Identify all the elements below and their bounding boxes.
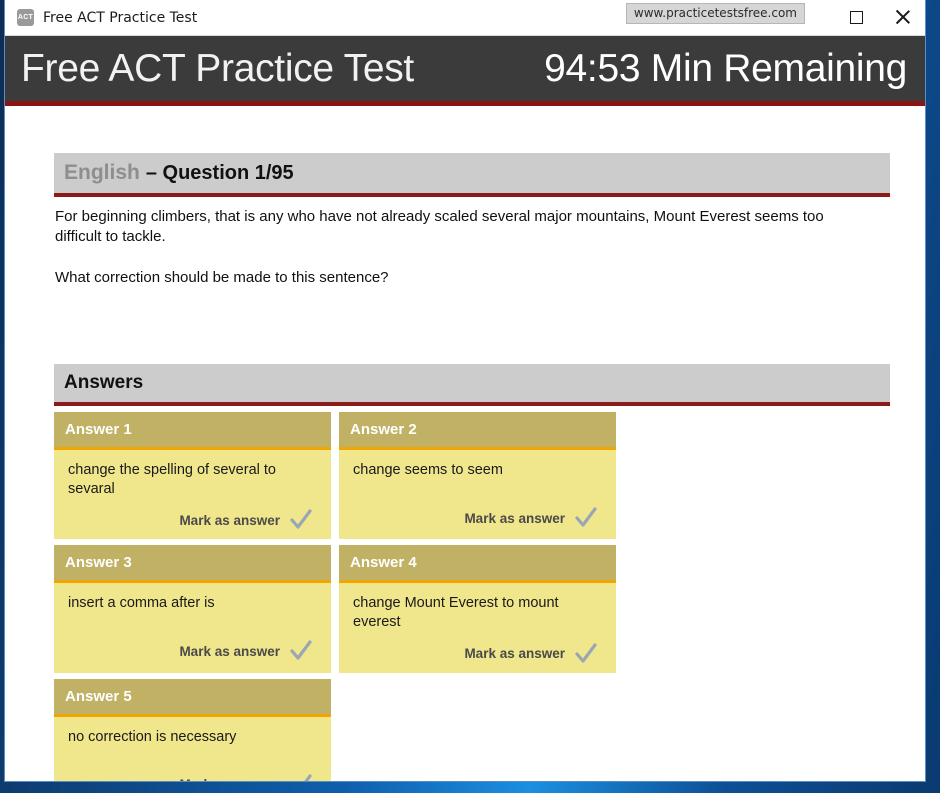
mark-as-answer-label: Mark as answer: [464, 646, 565, 662]
answer-card-body: change seems to seem Mark as answer: [339, 450, 616, 538]
main-content: English – Question 1/95 For beginning cl…: [5, 153, 925, 781]
question-passage: For beginning climbers, that is any who …: [55, 208, 824, 245]
countdown-timer: 94:53 Min Remaining: [544, 46, 907, 90]
maximize-button[interactable]: [833, 0, 879, 34]
mark-as-answer-button[interactable]: Mark as answer: [353, 496, 604, 530]
question-number-label: – Question 1/95: [145, 161, 294, 184]
answer-text: change the spelling of several to sevara…: [68, 462, 276, 497]
application-window: ACT Free ACT Practice Test www.practicet…: [4, 0, 926, 782]
answer-card-body: change the spelling of several to sevara…: [54, 450, 331, 540]
mark-as-answer-button[interactable]: Mark as answer: [68, 629, 319, 663]
answer-card-header: Answer 1: [54, 412, 331, 451]
answer-card-body: change Mount Everest to mount everest Ma…: [339, 583, 616, 673]
answer-card[interactable]: Answer 3 insert a comma after is Mark as…: [54, 545, 331, 673]
answer-card[interactable]: Answer 1 change the spelling of several …: [54, 412, 331, 540]
answer-card[interactable]: Answer 4 change Mount Everest to mount e…: [339, 545, 616, 673]
desktop-background: ACT Free ACT Practice Test www.practicet…: [0, 0, 940, 793]
answer-text: no correction is necessary: [68, 728, 237, 745]
checkmark-icon: [290, 509, 312, 530]
answer-card-header: Answer 2: [339, 412, 616, 451]
mark-as-answer-button[interactable]: Mark as answer: [68, 763, 319, 781]
answer-card-header: Answer 4: [339, 545, 616, 584]
mark-as-answer-label: Mark as answer: [464, 510, 565, 526]
close-x-icon: [893, 8, 911, 26]
close-button[interactable]: [879, 0, 925, 34]
mark-as-answer-label: Mark as answer: [179, 643, 280, 659]
maximize-square-icon: [849, 10, 863, 24]
answer-card-label: Answer 2: [350, 421, 417, 439]
app-header-band: Free ACT Practice Test 94:53 Min Remaini…: [5, 36, 925, 106]
subject-label: English: [64, 161, 140, 184]
mark-as-answer-button[interactable]: Mark as answer: [353, 632, 604, 666]
app-icon: ACT: [17, 9, 34, 26]
answers-grid: Answer 1 change the spelling of several …: [54, 412, 890, 781]
window-title: Free ACT Practice Test: [43, 9, 198, 26]
question-header-bar: English – Question 1/95: [54, 153, 890, 197]
answer-text: change Mount Everest to mount everest: [353, 595, 559, 631]
checkmark-icon: [575, 507, 597, 527]
url-tooltip: www.practicetestsfree.com: [625, 3, 805, 24]
question-body: For beginning climbers, that is any who …: [55, 207, 870, 287]
answer-card-header: Answer 3: [54, 545, 331, 584]
app-title: Free ACT Practice Test: [21, 46, 414, 90]
answer-card-header: Answer 5: [54, 678, 331, 717]
answer-card-body: no correction is necessary Mark as answe…: [54, 716, 331, 781]
answer-card-body: insert a comma after is Mark as answer: [54, 583, 331, 671]
answers-header-bar: Answers: [54, 364, 890, 407]
answer-card-label: Answer 1: [65, 421, 132, 439]
answer-card-label: Answer 5: [65, 687, 132, 705]
mark-as-answer-label: Mark as answer: [179, 512, 280, 528]
window-titlebar: ACT Free ACT Practice Test www.practicet…: [5, 0, 925, 36]
answer-card[interactable]: Answer 2 change seems to seem Mark as an…: [339, 412, 616, 540]
answers-title: Answers: [64, 372, 144, 394]
answer-text: change seems to seem: [353, 462, 503, 479]
answer-card-label: Answer 4: [350, 554, 417, 572]
answer-card[interactable]: Answer 5 no correction is necessary Mark…: [54, 678, 331, 781]
checkmark-icon: [575, 642, 597, 663]
answer-card-label: Answer 3: [65, 554, 132, 572]
checkmark-icon: [303, 773, 312, 781]
question-prompt: What correction should be made to this s…: [55, 268, 389, 286]
mark-as-answer-button[interactable]: Mark as answer: [68, 498, 319, 532]
mark-as-answer-label: Mark as answer: [179, 777, 280, 781]
answer-text: insert a comma after is: [68, 595, 215, 612]
checkmark-icon: [290, 640, 312, 661]
